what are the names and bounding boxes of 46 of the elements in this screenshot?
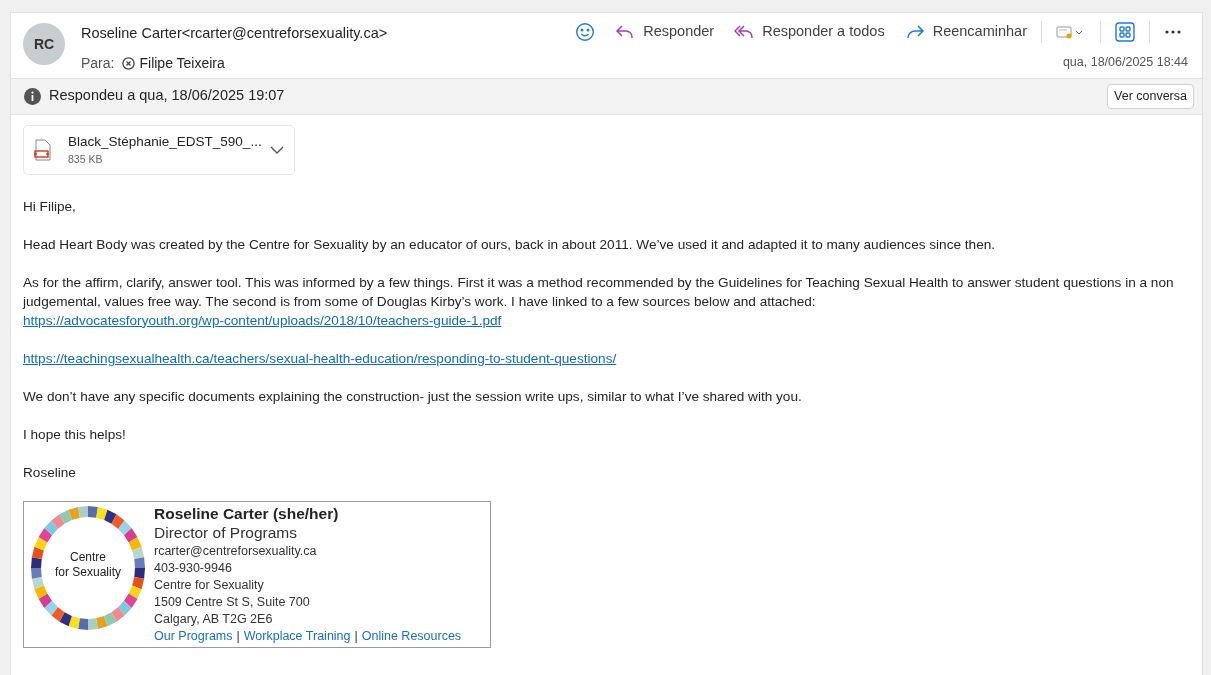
link[interactable]: https://advocatesforyouth.org/wp-content/uploads/2018/10/teachers-guide-1.pdf — [23, 312, 502, 328]
info-icon — [24, 87, 41, 105]
sent-date: qua, 18/06/2025 18:44 — [1062, 53, 1188, 71]
signature-link[interactable]: Online Resources — [361, 627, 462, 645]
pdf-file-icon — [34, 138, 52, 161]
paragraph-text: Head Heart Body was created by the Centre for Sexuality by an educator of ours, back in about 2011. We’ve used it and adapted it to many audiences since then. — [23, 236, 996, 252]
signature-line: Centre for Sexuality — [154, 576, 265, 594]
signature-line: Calgary, AB T2G 2E6 — [154, 610, 274, 628]
paragraph-text: As for the affirm, clarify, answer tool. This was informed by a few things. First it was a method recommended by the Guidelines for Teaching Sexual Health to answer student questions in a non judgemental, values free way. The second is from some of Douglas Kirby’s work. I have linked to a few sources below and attached: — [23, 274, 1174, 309]
signature-link[interactable]: Workplace Training — [243, 627, 351, 645]
separator: | — [354, 627, 358, 645]
forward-icon — [904, 23, 925, 40]
signature-title: Director of Programs — [154, 522, 298, 543]
paragraph-text: We don’t have any specific documents explaining the construction- just the session write ups, similar to what I’ve shared with you. — [23, 388, 802, 404]
attachment-name: Black_Stéphanie_EDST_590_... — [68, 132, 263, 151]
signature-line: rcarter@centreforsexuality.ca — [154, 542, 318, 560]
view-conversation-button[interactable]: Ver conversa — [1107, 83, 1194, 109]
link[interactable]: https://teachingsexualhealth.ca/teachers/sexual-health-education/responding-to-student-questions/ — [23, 350, 617, 366]
recipient-name[interactable]: Filipe Teixeira — [139, 52, 225, 74]
reply-icon — [615, 23, 636, 40]
reply-notice: Respondeu a qua, 18/06/2025 19:07 — [49, 86, 286, 106]
to-label: Para: — [81, 53, 115, 73]
separator: | — [236, 627, 240, 645]
reply-all-button[interactable]: Responder a todos — [728, 19, 891, 45]
logo-ring-icon — [30, 503, 146, 632]
reply-all-icon — [734, 23, 755, 40]
paragraph-text: I hope this helps! — [23, 426, 126, 442]
reply-button[interactable]: Responder — [609, 19, 721, 45]
attachment-size: 835 KB — [68, 151, 104, 167]
emoji-icon[interactable] — [575, 21, 596, 42]
chevron-down-icon[interactable] — [270, 145, 284, 154]
sender-address: Roseline Carter<rcarter@centreforsexuality.ca> — [81, 24, 389, 43]
signature-name: Roseline Carter (she/her) — [154, 503, 340, 523]
remove-icon[interactable] — [122, 56, 136, 70]
logo-text-line: for Sexuality — [54, 564, 122, 580]
forward-button[interactable]: Reencaminhar — [898, 19, 1033, 45]
attachment-card[interactable]: Black_Stéphanie_EDST_590_... 835 KB — [23, 124, 295, 175]
avatar-initials: RC — [23, 23, 65, 65]
signature-line: 1509 Centre St S, Suite 700 — [154, 593, 311, 611]
logo-text-line: Centre — [69, 549, 107, 565]
signature-line: 403-930-9946 — [154, 559, 233, 577]
apps-icon[interactable] — [1115, 21, 1135, 42]
paragraph-text: Hi Filipe, — [23, 198, 76, 214]
paragraph-text: Roseline — [23, 464, 76, 480]
more-icon[interactable] — [1164, 28, 1182, 35]
signature-link[interactable]: Our Programs — [154, 627, 233, 645]
